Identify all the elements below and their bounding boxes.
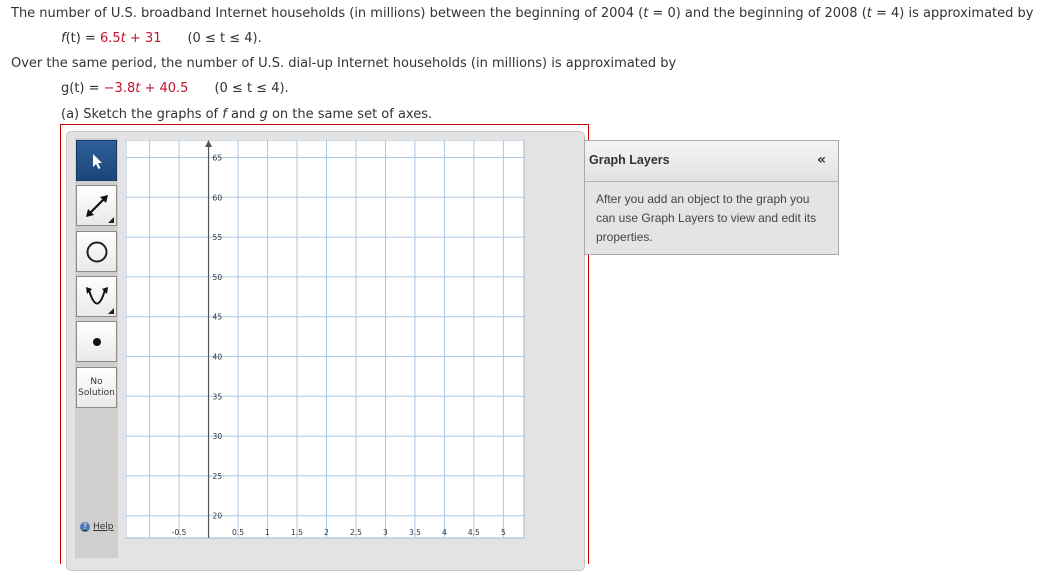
- x-tick-label: 1.5: [291, 528, 303, 537]
- parabola-icon: [85, 286, 108, 304]
- x-tick-label: 0.5: [232, 528, 244, 537]
- y-tick-label: 30: [213, 432, 223, 441]
- x-tick-label: 2.5: [350, 528, 362, 537]
- point-icon: [92, 337, 101, 346]
- help-link[interactable]: ? Help: [80, 522, 114, 532]
- x-tick-label: -0.5: [172, 528, 187, 537]
- submenu-indicator-icon: [108, 308, 114, 314]
- f-equation: f(t) = 6.5t + 31 (0 ≤ t ≤ 4).: [61, 31, 262, 46]
- x-tick-label: 4: [442, 528, 447, 537]
- y-tick-label: 35: [213, 392, 223, 401]
- circle-icon: [86, 241, 107, 262]
- x-tick-label: 4.5: [468, 528, 480, 537]
- collapse-icon[interactable]: «: [817, 152, 826, 168]
- line-tool-button[interactable]: [76, 185, 117, 226]
- y-tick-label: 65: [213, 154, 223, 163]
- graph-layers-header: Graph Layers «: [585, 141, 838, 182]
- no-solution-button[interactable]: No Solution: [76, 367, 117, 408]
- x-tick-label: 5: [501, 528, 506, 537]
- g-equation: g(t) = −3.8t + 40.5 (0 ≤ t ≤ 4).: [61, 81, 289, 96]
- no-solution-label: No Solution: [78, 376, 115, 398]
- graph-canvas[interactable]: -0.5 0.5 1 1.5 2 2.5 3 3.5 4 4.5 5 65 60 55 50 45 40 35 3…: [126, 140, 526, 540]
- y-tick-label: 45: [213, 313, 223, 322]
- select-tool-button[interactable]: [76, 140, 117, 181]
- x-tick-label: 1: [265, 528, 270, 537]
- x-tick-label: 2: [324, 528, 329, 537]
- y-tick-label: 40: [213, 353, 223, 362]
- x-tick-label: 3: [383, 528, 388, 537]
- graph-layers-title: Graph Layers: [589, 153, 670, 167]
- y-tick-label: 20: [213, 512, 223, 521]
- point-tool-button[interactable]: [76, 321, 117, 362]
- pointer-arrow-icon: [92, 153, 102, 169]
- parabola-tool-button[interactable]: [76, 276, 117, 317]
- line-segment-icon: [85, 194, 108, 217]
- problem-intro-1: The number of U.S. broadband Internet ho…: [11, 6, 1034, 21]
- y-tick-label: 60: [213, 193, 223, 202]
- submenu-indicator-icon: [108, 217, 114, 223]
- help-label: Help: [93, 522, 114, 532]
- x-tick-label: 3.5: [409, 528, 421, 537]
- graph-layers-message: After you add an object to the graph you…: [596, 192, 817, 244]
- help-icon: ?: [80, 522, 90, 532]
- y-tick-label: 55: [213, 233, 223, 242]
- circle-tool-button[interactable]: [76, 231, 117, 272]
- y-tick-label: 50: [213, 273, 223, 282]
- part-a-prompt: (a) Sketch the graphs of f and g on the …: [61, 107, 433, 122]
- problem-intro-2: Over the same period, the number of U.S.…: [11, 56, 677, 71]
- y-tick-label: 25: [213, 472, 223, 481]
- graph-layers-panel: Graph Layers « After you add an object t…: [584, 140, 839, 255]
